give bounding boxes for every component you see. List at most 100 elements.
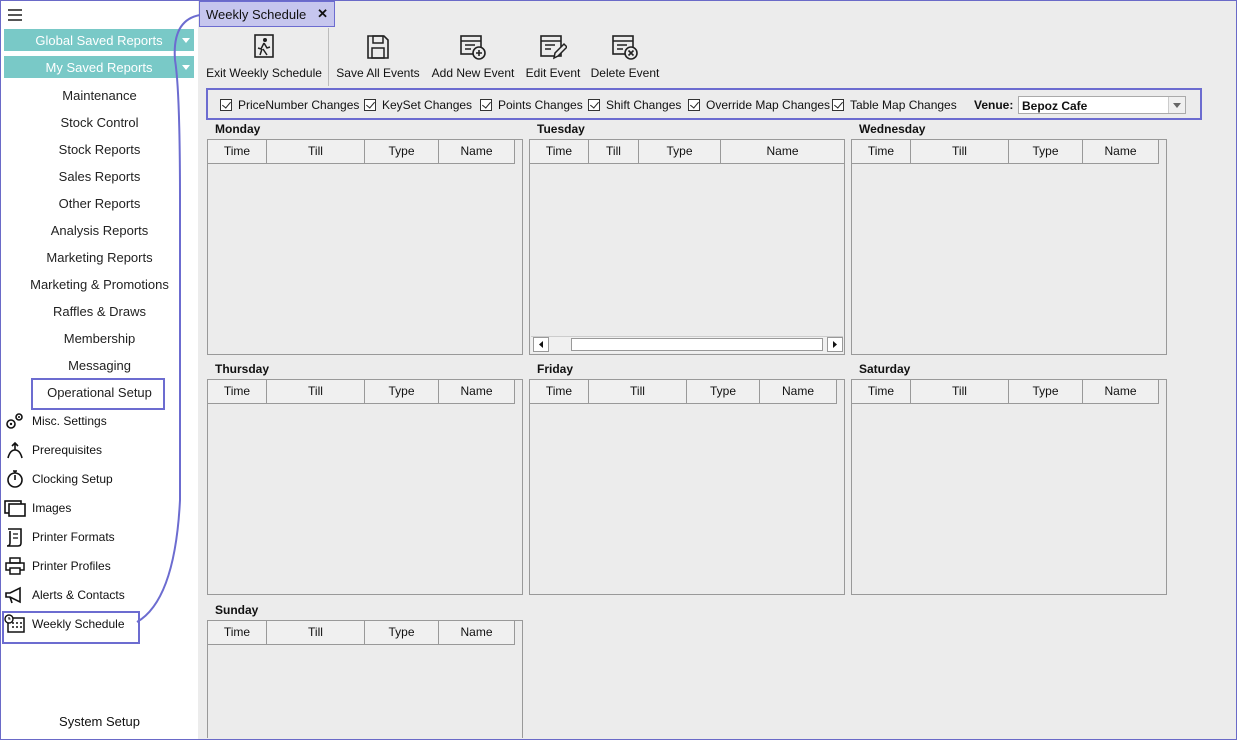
- sidebar-item-clocking-setup[interactable]: Clocking Setup: [4, 468, 113, 490]
- venue-select[interactable]: Bepoz Cafe: [1018, 96, 1186, 114]
- global-saved-reports-button[interactable]: Global Saved Reports: [4, 29, 194, 51]
- sidebar-item-misc-settings[interactable]: Misc. Settings: [4, 410, 107, 432]
- grid-header: Time Till Type Name: [208, 140, 515, 164]
- add-event-icon: [460, 35, 486, 60]
- pricenumber-changes-checkbox[interactable]: PriceNumber Changes: [220, 98, 359, 112]
- day-title-wednesday: Wednesday: [859, 122, 926, 136]
- sunday-grid[interactable]: Time Till Type Name: [207, 620, 523, 738]
- sidebar-item-stock-reports[interactable]: Stock Reports: [1, 140, 198, 160]
- column-name[interactable]: Name: [760, 380, 837, 403]
- save-icon: [367, 35, 389, 59]
- horizontal-scrollbar[interactable]: [531, 336, 843, 353]
- column-name[interactable]: Name: [439, 140, 515, 163]
- day-title-friday: Friday: [537, 362, 574, 376]
- sidebar: Global Saved Reports My Saved Reports Ma…: [1, 1, 198, 739]
- column-time[interactable]: Time: [208, 621, 267, 644]
- grid-header: Time Till Type Name: [208, 621, 515, 645]
- sidebar-item-analysis-reports[interactable]: Analysis Reports: [1, 221, 198, 241]
- delete-event-button[interactable]: Delete Event: [590, 32, 660, 80]
- column-type[interactable]: Type: [687, 380, 760, 403]
- exit-weekly-schedule-button[interactable]: Exit Weekly Schedule: [206, 32, 322, 80]
- column-time[interactable]: Time: [208, 380, 267, 403]
- column-type[interactable]: Type: [365, 140, 439, 163]
- chevron-down-icon: [182, 65, 190, 70]
- shift-changes-checkbox[interactable]: Shift Changes: [588, 98, 681, 112]
- column-name[interactable]: Name: [1083, 140, 1159, 163]
- add-new-event-button[interactable]: Add New Event: [430, 32, 516, 80]
- column-till[interactable]: Till: [911, 140, 1009, 163]
- points-changes-checkbox[interactable]: Points Changes: [480, 98, 583, 112]
- column-till[interactable]: Till: [267, 140, 365, 163]
- column-till[interactable]: Till: [267, 380, 365, 403]
- sidebar-item-raffles-draws[interactable]: Raffles & Draws: [1, 302, 198, 322]
- prerequisites-icon: [7, 441, 23, 459]
- thursday-grid[interactable]: Time Till Type Name: [207, 379, 523, 595]
- friday-grid[interactable]: Time Till Type Name: [529, 379, 845, 595]
- column-type[interactable]: Type: [639, 140, 721, 163]
- close-icon[interactable]: ✕: [317, 6, 328, 22]
- edit-icon: [540, 35, 567, 60]
- column-type[interactable]: Type: [365, 380, 439, 403]
- sidebar-item-membership[interactable]: Membership: [1, 329, 198, 349]
- tab-weekly-schedule[interactable]: Weekly Schedule ✕: [199, 1, 335, 27]
- sidebar-item-marketing-promotions[interactable]: Marketing & Promotions: [1, 275, 198, 295]
- sidebar-item-messaging[interactable]: Messaging: [1, 356, 198, 376]
- sidebar-item-printer-profiles[interactable]: Printer Profiles: [4, 555, 111, 577]
- sidebar-item-alerts-contacts[interactable]: Alerts & Contacts: [4, 584, 125, 606]
- override-map-changes-checkbox[interactable]: Override Map Changes: [688, 98, 830, 112]
- column-name[interactable]: Name: [1083, 380, 1159, 403]
- operational-setup-highlight: [31, 378, 165, 410]
- sidebar-item-other-reports[interactable]: Other Reports: [1, 194, 198, 214]
- sidebar-item-images[interactable]: Images: [4, 497, 71, 519]
- weekly-schedule-highlight: [2, 611, 140, 644]
- grid-header: Time Till Type Name: [852, 380, 1159, 404]
- grid-header: Time Till Type Name: [530, 380, 837, 404]
- column-till[interactable]: Till: [911, 380, 1009, 403]
- scroll-right-icon[interactable]: [827, 337, 843, 352]
- edit-event-button[interactable]: Edit Event: [524, 32, 582, 80]
- column-type[interactable]: Type: [1009, 380, 1083, 403]
- megaphone-icon: [5, 586, 21, 604]
- tuesday-grid[interactable]: Time Till Type Name: [529, 139, 845, 355]
- hamburger-menu-icon[interactable]: [8, 9, 22, 21]
- wednesday-grid[interactable]: Time Till Type Name: [851, 139, 1167, 355]
- sidebar-item-marketing-reports[interactable]: Marketing Reports: [1, 248, 198, 268]
- column-time[interactable]: Time: [208, 140, 267, 163]
- column-name[interactable]: Name: [439, 380, 515, 403]
- filter-bar: PriceNumber Changes KeySet Changes Point…: [206, 88, 1202, 120]
- my-saved-reports-button[interactable]: My Saved Reports: [4, 56, 194, 78]
- sidebar-item-maintenance[interactable]: Maintenance: [1, 86, 198, 106]
- venue-label: Venue:: [974, 98, 1014, 112]
- column-time[interactable]: Time: [852, 380, 911, 403]
- column-till[interactable]: Till: [589, 380, 687, 403]
- scroll-left-icon[interactable]: [533, 337, 549, 352]
- column-type[interactable]: Type: [1009, 140, 1083, 163]
- save-all-events-button[interactable]: Save All Events: [336, 32, 420, 80]
- sidebar-item-stock-control[interactable]: Stock Control: [1, 113, 198, 133]
- sidebar-item-sales-reports[interactable]: Sales Reports: [1, 167, 198, 187]
- day-title-monday: Monday: [215, 122, 261, 136]
- chevron-down-icon[interactable]: [1168, 97, 1185, 113]
- column-type[interactable]: Type: [365, 621, 439, 644]
- column-name[interactable]: Name: [439, 621, 515, 644]
- column-time[interactable]: Time: [852, 140, 911, 163]
- column-time[interactable]: Time: [530, 140, 589, 163]
- day-title-sunday: Sunday: [215, 603, 259, 617]
- scroll-thumb[interactable]: [571, 338, 823, 351]
- saturday-grid[interactable]: Time Till Type Name: [851, 379, 1167, 595]
- sidebar-item-prerequisites[interactable]: Prerequisites: [4, 439, 102, 461]
- images-icon: [4, 500, 26, 517]
- stopwatch-icon: [7, 470, 23, 488]
- printer-icon: [5, 557, 25, 575]
- column-till[interactable]: Till: [267, 621, 365, 644]
- column-time[interactable]: Time: [530, 380, 589, 403]
- column-till[interactable]: Till: [589, 140, 639, 163]
- column-name[interactable]: Name: [721, 140, 845, 163]
- keyset-changes-checkbox[interactable]: KeySet Changes: [364, 98, 472, 112]
- toolbar-separator: [328, 28, 329, 86]
- monday-grid[interactable]: Time Till Type Name: [207, 139, 523, 355]
- table-map-changes-checkbox[interactable]: Table Map Changes: [832, 98, 957, 112]
- printer-format-icon: [6, 528, 22, 547]
- sidebar-item-printer-formats[interactable]: Printer Formats: [4, 526, 115, 548]
- sidebar-item-system-setup[interactable]: System Setup: [1, 714, 198, 729]
